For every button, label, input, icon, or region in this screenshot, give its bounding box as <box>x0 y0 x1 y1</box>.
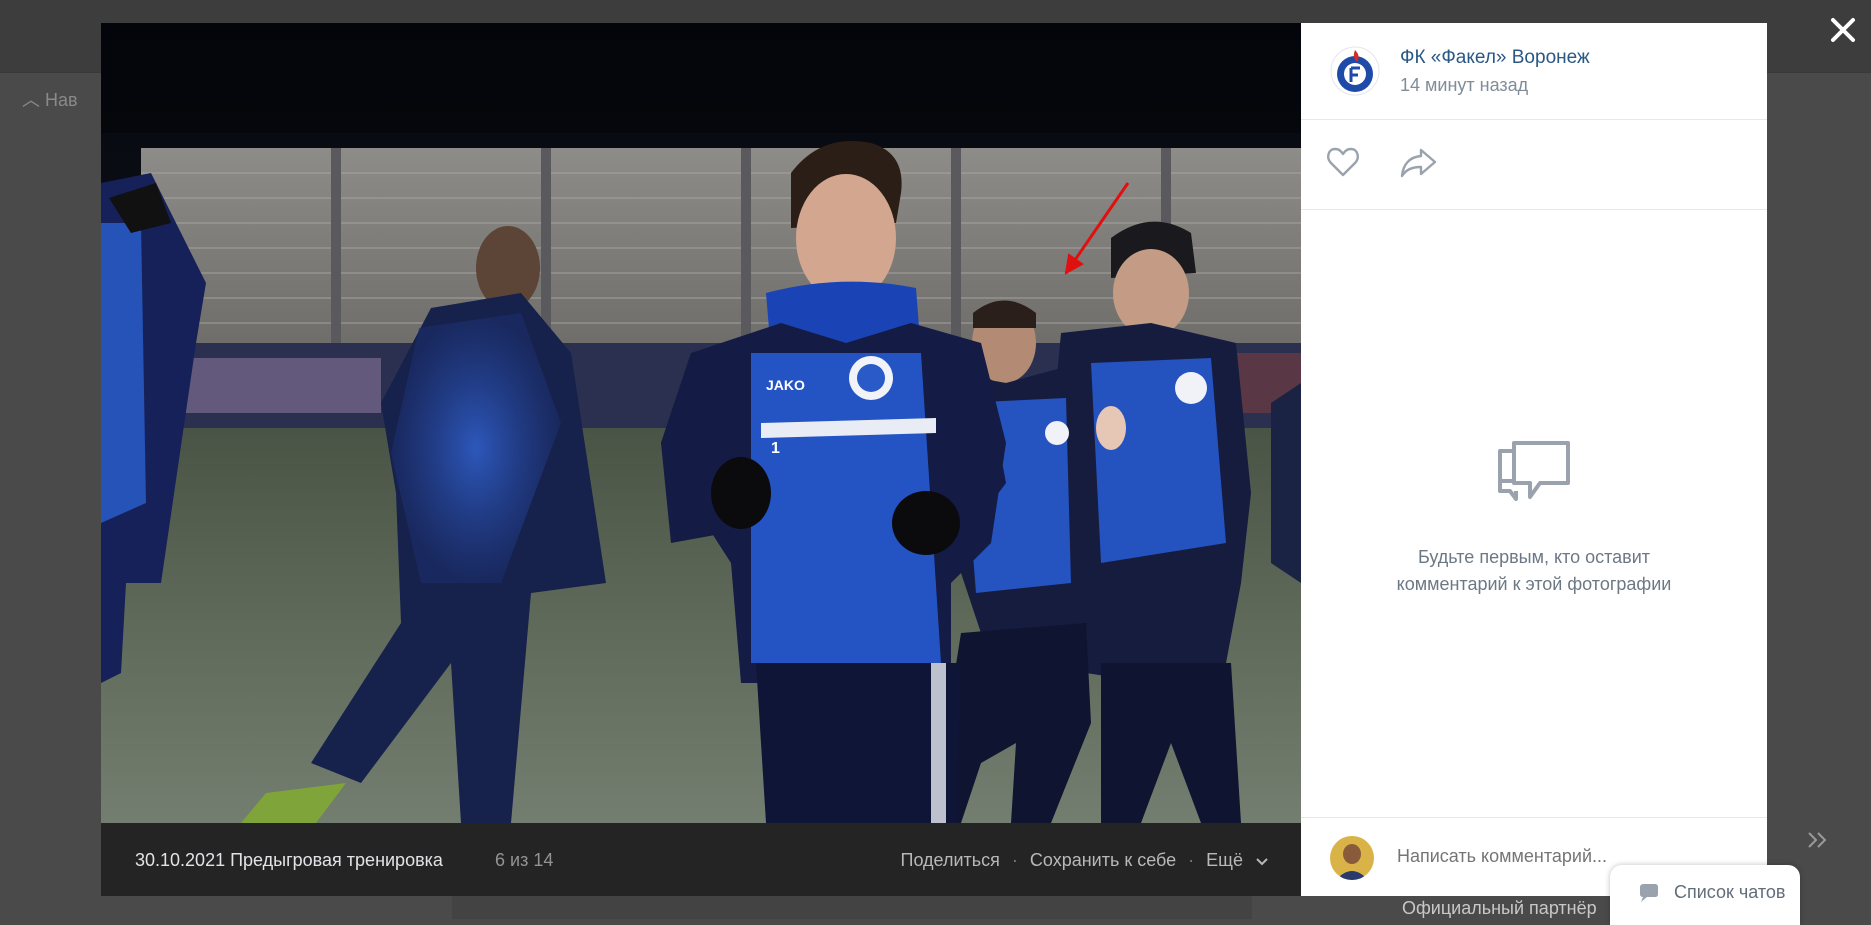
photo-footer: 30.10.2021 Предыгровая тренировка 6 из 1… <box>101 823 1301 896</box>
empty-comments-line-2: комментарий к этой фотографии <box>1396 574 1672 594</box>
photo[interactable]: JAKO 1 <box>101 23 1301 823</box>
post-actions <box>1301 119 1767 210</box>
speech-bubbles-icon <box>1498 441 1570 501</box>
chevron-up-icon: ︿ <box>22 90 40 110</box>
page-left-nav: ︿ Нав <box>22 86 78 112</box>
author-name[interactable]: ФК «Факел» Воронеж <box>1400 47 1590 69</box>
post-time[interactable]: 14 минут назад <box>1400 75 1528 96</box>
comment-input[interactable] <box>1397 846 1727 867</box>
jersey-number-text: 1 <box>771 440 780 457</box>
chat-bubble-icon <box>1640 884 1658 902</box>
close-icon[interactable] <box>1823 10 1863 50</box>
heart-icon[interactable] <box>1325 144 1361 180</box>
save-link[interactable]: Сохранить к себе <box>1030 850 1176 871</box>
separator: · <box>1011 850 1018 870</box>
photo-viewer: JAKO 1 30.10.2021 Предыгровая тренировка… <box>101 23 1767 896</box>
more-label: Ещё <box>1206 850 1243 870</box>
photo-counter: 6 из 14 <box>495 850 554 870</box>
sidebar: ФК «Факел» Воронеж 14 минут назад Будьте… <box>1301 23 1767 896</box>
photo-actions: Поделиться · Сохранить к себе · Ещё <box>901 850 1269 871</box>
photo-image: JAKO 1 <box>101 23 1301 823</box>
chevron-down-icon <box>1256 858 1268 866</box>
share-link[interactable]: Поделиться <box>901 850 1000 871</box>
chat-list-button[interactable]: Список чатов <box>1610 865 1800 925</box>
empty-comments-line-1: Будьте первым, кто оставит <box>1417 547 1651 567</box>
share-arrow-icon[interactable] <box>1399 144 1439 180</box>
empty-comments-text: Будьте первым, кто оставит комментарий к… <box>1301 544 1767 598</box>
separator: · <box>1188 850 1195 870</box>
page-right-text: Официальный партнёр <box>1402 898 1597 918</box>
more-link[interactable]: Ещё <box>1206 850 1268 871</box>
double-chevron-right-icon[interactable] <box>1804 826 1832 854</box>
left-nav-label: Нав <box>45 90 78 110</box>
jersey-brand-text: JAKO <box>766 377 805 393</box>
photo-title: 30.10.2021 Предыгровая тренировка <box>135 850 443 870</box>
post-header: ФК «Факел» Воронеж 14 минут назад <box>1301 23 1767 120</box>
club-logo-avatar[interactable] <box>1330 46 1380 96</box>
chat-list-label: Список чатов <box>1674 882 1786 902</box>
user-avatar[interactable] <box>1330 836 1374 880</box>
